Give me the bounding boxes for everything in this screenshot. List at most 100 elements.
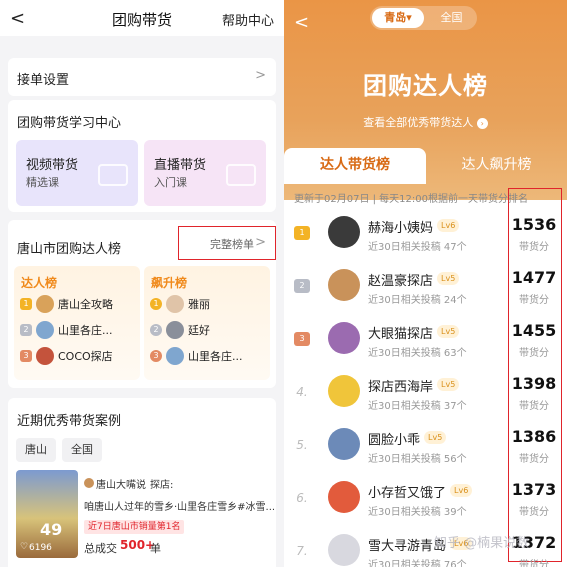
list-item[interactable]: 2 山里各庄... (20, 320, 138, 340)
score-unit: 带货分 (519, 348, 549, 359)
left-header: < 团购带货 帮助中心 (0, 0, 284, 36)
heart-icon: ♡ (20, 542, 29, 552)
table-row[interactable]: 6. 小存哲又饿了 Lv6 近30日相关投稿 39个 1373 带货分 (284, 473, 567, 526)
live-course-card[interactable]: 直播带货 入门课 (144, 140, 266, 206)
talent-name: 赵温豪探店 (368, 274, 434, 289)
sales-score: 1398 (511, 374, 557, 393)
level-badge: Lv5 (437, 272, 460, 285)
ranking-title: 团购达人榜 (363, 72, 488, 100)
list-item[interactable]: 3 COCO探店 (20, 346, 138, 366)
avatar (166, 347, 184, 365)
avatar (166, 321, 184, 339)
avatar (328, 428, 360, 460)
rank-number: 6. (296, 491, 308, 505)
likes-count: 6196 (29, 543, 52, 553)
list-item[interactable]: 2 廷好 (150, 320, 268, 340)
sales-score: 1373 (511, 480, 557, 499)
avatar (328, 216, 360, 248)
video-course-title: 视频带货 (26, 158, 79, 173)
case-author-suffix: 探店: (150, 480, 174, 491)
recent-posts: 近30日相关投稿 76个 (368, 560, 467, 567)
right-panel: < 青岛▾ 全国 团购达人榜 查看全部优秀带货达人 › 达人带货榜 达人飙升榜 … (284, 0, 567, 567)
talent-ranking-box[interactable]: 达人榜 1 唐山全攻略 2 山里各庄... 3 COCO探店 (14, 266, 140, 380)
recent-posts: 近30日相关投稿 39个 (368, 507, 467, 518)
cases-title: 近期优秀带货案例 (17, 414, 122, 429)
city-toggle[interactable]: 青岛▾ 全国 (370, 6, 477, 30)
score-unit: 带货分 (519, 401, 549, 412)
full-ranking-link[interactable]: 完整榜单 (210, 236, 254, 252)
live-course-title: 直播带货 (154, 158, 207, 173)
ranking-hero: < 青岛▾ 全国 团购达人榜 查看全部优秀带货达人 › 达人带货榜 达人飙升榜 (284, 0, 567, 200)
talent-name: COCO探店 (58, 350, 113, 363)
settings-label: 接单设置 (17, 73, 70, 88)
case-author[interactable]: 唐山大嘴说 (96, 476, 146, 491)
thumbnail-price: 49 (40, 520, 63, 539)
level-badge: Lv5 (424, 431, 447, 444)
table-row[interactable]: 3 大眼猫探店 Lv5 近30日相关投稿 63个 1455 带货分 (284, 314, 567, 367)
tag-tangshan[interactable]: 唐山 (16, 438, 56, 462)
view-all-link[interactable]: 查看全部优秀带货达人 › (284, 114, 567, 130)
rank-number: 4. (296, 385, 308, 399)
rank-medal-icon: 1 (150, 298, 162, 310)
left-panel: < 团购带货 帮助中心 接单设置 > 团购带货学习中心 视频带货 精选课 直播带… (0, 0, 284, 567)
case-thumbnail[interactable]: 49 ♡ 6196 (16, 470, 78, 558)
tv-icon (226, 164, 256, 186)
watermark: 知乎 @楠果说数 (434, 536, 530, 551)
rank-medal-icon: 3 (294, 332, 310, 346)
tab-rising-ranking[interactable]: 达人飙升榜 (426, 148, 567, 184)
level-badge: Lv6 (437, 219, 460, 232)
sales-rank-badge: 近7日唐山市销量第1名 (84, 520, 185, 534)
video-course-card[interactable]: 视频带货 精选课 (16, 140, 138, 206)
national-option[interactable]: 全国 (428, 8, 475, 28)
tag-national[interactable]: 全国 (62, 438, 102, 462)
update-notice: 更新于02月07日 | 每天12:00根据前一天带货分排名 (294, 194, 528, 205)
sales-score: 1477 (511, 268, 557, 287)
rank-medal-icon: 2 (294, 279, 310, 293)
level-badge: Lv5 (437, 325, 460, 338)
table-row[interactable]: 1 赫海小姨妈 Lv6 近30日相关投稿 47个 1536 带货分 (284, 208, 567, 261)
chevron-right-icon: > (255, 68, 266, 83)
list-item[interactable]: 3 山里各庄... (150, 346, 268, 366)
rising-name: 山里各庄... (188, 350, 243, 363)
back-icon[interactable]: < (294, 12, 309, 33)
score-unit: 带货分 (519, 560, 549, 567)
talent-name: 探店西海岸 (368, 380, 434, 395)
total-label: 总成交 (84, 542, 117, 555)
city-ranking-title: 唐山市团购达人榜 (17, 242, 122, 257)
table-row[interactable]: 5. 圆脸小乖 Lv5 近30日相关投稿 56个 1386 带货分 (284, 420, 567, 473)
talent-name: 唐山全攻略 (58, 298, 113, 311)
avatar (36, 347, 54, 365)
list-item[interactable]: 1 雅丽 (150, 294, 268, 314)
talent-name: 大眼猫探店 (368, 327, 434, 342)
avatar (36, 295, 54, 313)
talent-name: 山里各庄... (58, 324, 113, 337)
recent-posts: 近30日相关投稿 37个 (368, 401, 467, 412)
rising-name: 雅丽 (188, 298, 210, 311)
rising-ranking-box[interactable]: 飙升榜 1 雅丽 2 廷好 3 山里各庄... (144, 266, 270, 380)
learning-center-title: 团购带货学习中心 (17, 116, 122, 131)
table-row[interactable]: 4. 探店西海岸 Lv5 近30日相关投稿 37个 1398 带货分 (284, 367, 567, 420)
city-ranking-card: 唐山市团购达人榜 完整榜单 > 达人榜 1 唐山全攻略 2 山里各庄... 3 (8, 220, 276, 388)
city-select[interactable]: 青岛▾ (372, 8, 424, 28)
recent-posts: 近30日相关投稿 47个 (368, 242, 467, 253)
rank-medal-icon: 1 (20, 298, 32, 310)
help-center-link[interactable]: 帮助中心 (222, 10, 274, 29)
avatar (328, 269, 360, 301)
table-row[interactable]: 2 赵温豪探店 Lv5 近30日相关投稿 24个 1477 带货分 (284, 261, 567, 314)
list-item[interactable]: 1 唐山全攻略 (20, 294, 138, 314)
avatar (36, 321, 54, 339)
tab-sales-ranking[interactable]: 达人带货榜 (284, 148, 426, 184)
talent-name: 小存哲又饿了 (368, 486, 447, 501)
view-all-label: 查看全部优秀带货达人 (363, 116, 474, 129)
ranking-tabs: 达人带货榜 达人飙升榜 (284, 148, 567, 184)
avatar (328, 322, 360, 354)
avatar (328, 375, 360, 407)
talent-name: 圆脸小乖 (368, 433, 421, 448)
settings-card[interactable]: 接单设置 > (8, 58, 276, 96)
sales-score: 1386 (511, 427, 557, 446)
rank-medal-icon: 1 (294, 226, 310, 240)
rising-ranking-header: 飙升榜 (151, 276, 188, 290)
avatar (328, 534, 360, 566)
case-description[interactable]: 咱唐山人过年的雪乡·山里各庄雪乡#冰雪... (84, 498, 274, 513)
talent-ranking-header: 达人榜 (21, 276, 58, 290)
